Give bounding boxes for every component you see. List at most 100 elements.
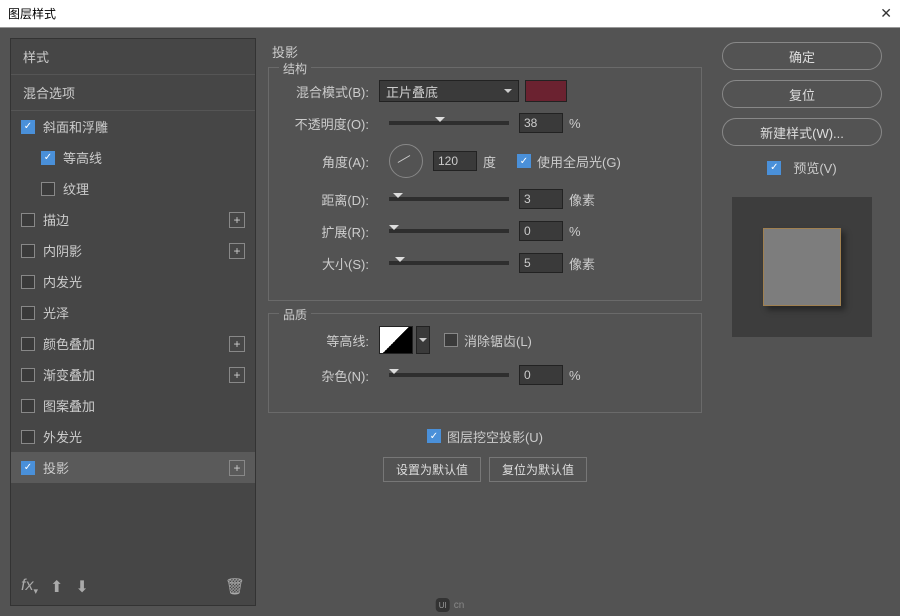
- add-effect-icon[interactable]: +: [229, 212, 245, 228]
- knockout-label: 图层挖空投影(U): [447, 427, 543, 446]
- style-item[interactable]: 描边 +: [11, 204, 255, 235]
- style-label: 投影: [43, 458, 69, 477]
- style-item[interactable]: 渐变叠加 +: [11, 359, 255, 390]
- style-label: 光泽: [43, 303, 69, 322]
- noise-slider[interactable]: [389, 373, 509, 377]
- opacity-input[interactable]: 38: [519, 113, 563, 133]
- add-effect-icon[interactable]: +: [229, 367, 245, 383]
- style-label: 斜面和浮雕: [43, 117, 108, 136]
- style-checkbox[interactable]: [21, 213, 35, 227]
- style-checkbox[interactable]: [21, 120, 35, 134]
- arrow-up-icon[interactable]: ⬆: [50, 577, 63, 597]
- global-light-checkbox[interactable]: [517, 154, 531, 168]
- style-checkbox[interactable]: [21, 399, 35, 413]
- spread-input[interactable]: 0: [519, 221, 563, 241]
- add-effect-icon[interactable]: +: [229, 460, 245, 476]
- style-item[interactable]: 图案叠加: [11, 390, 255, 421]
- style-item[interactable]: 纹理: [11, 173, 255, 204]
- contour-dropdown[interactable]: [416, 326, 430, 354]
- opacity-unit: %: [569, 116, 603, 131]
- size-label: 大小(S):: [283, 254, 369, 273]
- antialias-checkbox[interactable]: [444, 333, 458, 347]
- preview-swatch: [763, 228, 841, 306]
- style-item[interactable]: 等高线: [11, 142, 255, 173]
- style-label: 等高线: [63, 148, 102, 167]
- spread-label: 扩展(R):: [283, 222, 369, 241]
- knockout-checkbox[interactable]: [427, 429, 441, 443]
- distance-slider[interactable]: [389, 197, 509, 201]
- angle-unit: 度: [483, 152, 517, 171]
- close-icon[interactable]: ✕: [880, 5, 892, 22]
- style-item[interactable]: 斜面和浮雕: [11, 111, 255, 142]
- preview-checkbox[interactable]: [767, 161, 781, 175]
- style-checkbox[interactable]: [21, 306, 35, 320]
- trash-icon[interactable]: 🗑: [225, 577, 245, 597]
- style-checkbox[interactable]: [21, 430, 35, 444]
- settings-panel: 投影 结构 混合模式(B): 正片叠底 不透明度(O): 38 % 角度(A):…: [268, 38, 702, 606]
- style-checkbox[interactable]: [41, 182, 55, 196]
- quality-legend: 品质: [279, 306, 311, 323]
- ok-button[interactable]: 确定: [722, 42, 882, 70]
- panel-title: 投影: [268, 38, 702, 67]
- shadow-color-swatch[interactable]: [525, 80, 567, 102]
- add-effect-icon[interactable]: +: [229, 336, 245, 352]
- antialias-label: 消除锯齿(L): [464, 331, 532, 350]
- style-label: 渐变叠加: [43, 365, 95, 384]
- style-label: 外发光: [43, 427, 82, 446]
- distance-input[interactable]: 3: [519, 189, 563, 209]
- style-checkbox[interactable]: [21, 244, 35, 258]
- cancel-button[interactable]: 复位: [722, 80, 882, 108]
- style-checkbox[interactable]: [21, 461, 35, 475]
- style-checkbox[interactable]: [21, 337, 35, 351]
- style-label: 颜色叠加: [43, 334, 95, 353]
- styles-footer: fx▾ ⬆ ⬇ 🗑: [11, 569, 255, 605]
- style-checkbox[interactable]: [21, 275, 35, 289]
- noise-input[interactable]: 0: [519, 365, 563, 385]
- style-checkbox[interactable]: [41, 151, 55, 165]
- distance-label: 距离(D):: [283, 190, 369, 209]
- style-item[interactable]: 外发光: [11, 421, 255, 452]
- fx-icon[interactable]: fx▾: [21, 577, 38, 597]
- angle-dial[interactable]: [389, 144, 423, 178]
- size-slider[interactable]: [389, 261, 509, 265]
- angle-input[interactable]: 120: [433, 151, 477, 171]
- add-effect-icon[interactable]: +: [229, 243, 245, 259]
- style-item[interactable]: 内阴影 +: [11, 235, 255, 266]
- spread-slider[interactable]: [389, 229, 509, 233]
- styles-header[interactable]: 样式: [11, 39, 255, 75]
- style-label: 内发光: [43, 272, 82, 291]
- style-item[interactable]: 颜色叠加 +: [11, 328, 255, 359]
- titlebar: 图层样式 ✕: [0, 0, 900, 28]
- styles-panel: 样式 混合选项 斜面和浮雕等高线纹理描边 + 内阴影 + 内发光光泽颜色叠加 + 渐变叠加 +…: [10, 38, 256, 606]
- noise-label: 杂色(N):: [283, 366, 369, 385]
- make-default-button[interactable]: 设置为默认值: [383, 457, 481, 482]
- blend-options-header[interactable]: 混合选项: [11, 75, 255, 111]
- style-item[interactable]: 内发光: [11, 266, 255, 297]
- style-item[interactable]: 投影 +: [11, 452, 255, 483]
- distance-unit: 像素: [569, 190, 603, 209]
- opacity-slider[interactable]: [389, 121, 509, 125]
- arrow-down-icon[interactable]: ⬇: [75, 577, 88, 597]
- size-input[interactable]: 5: [519, 253, 563, 273]
- preview-box: [732, 197, 872, 337]
- style-label: 纹理: [63, 179, 89, 198]
- noise-unit: %: [569, 368, 603, 383]
- angle-label: 角度(A):: [283, 152, 369, 171]
- window-title: 图层样式: [8, 5, 56, 22]
- size-unit: 像素: [569, 254, 603, 273]
- structure-legend: 结构: [279, 60, 311, 77]
- style-label: 内阴影: [43, 241, 82, 260]
- watermark: UIcn: [436, 598, 465, 612]
- contour-swatch[interactable]: [379, 326, 413, 354]
- blend-mode-select[interactable]: 正片叠底: [379, 80, 519, 102]
- structure-group: 结构 混合模式(B): 正片叠底 不透明度(O): 38 % 角度(A): 12…: [268, 67, 702, 301]
- style-label: 图案叠加: [43, 396, 95, 415]
- style-label: 描边: [43, 210, 69, 229]
- style-item[interactable]: 光泽: [11, 297, 255, 328]
- style-checkbox[interactable]: [21, 368, 35, 382]
- quality-group: 品质 等高线: 消除锯齿(L) 杂色(N): 0 %: [268, 313, 702, 413]
- new-style-button[interactable]: 新建样式(W)...: [722, 118, 882, 146]
- reset-default-button[interactable]: 复位为默认值: [489, 457, 587, 482]
- main-area: 样式 混合选项 斜面和浮雕等高线纹理描边 + 内阴影 + 内发光光泽颜色叠加 + 渐变叠加 +…: [0, 28, 900, 616]
- opacity-label: 不透明度(O):: [283, 114, 369, 133]
